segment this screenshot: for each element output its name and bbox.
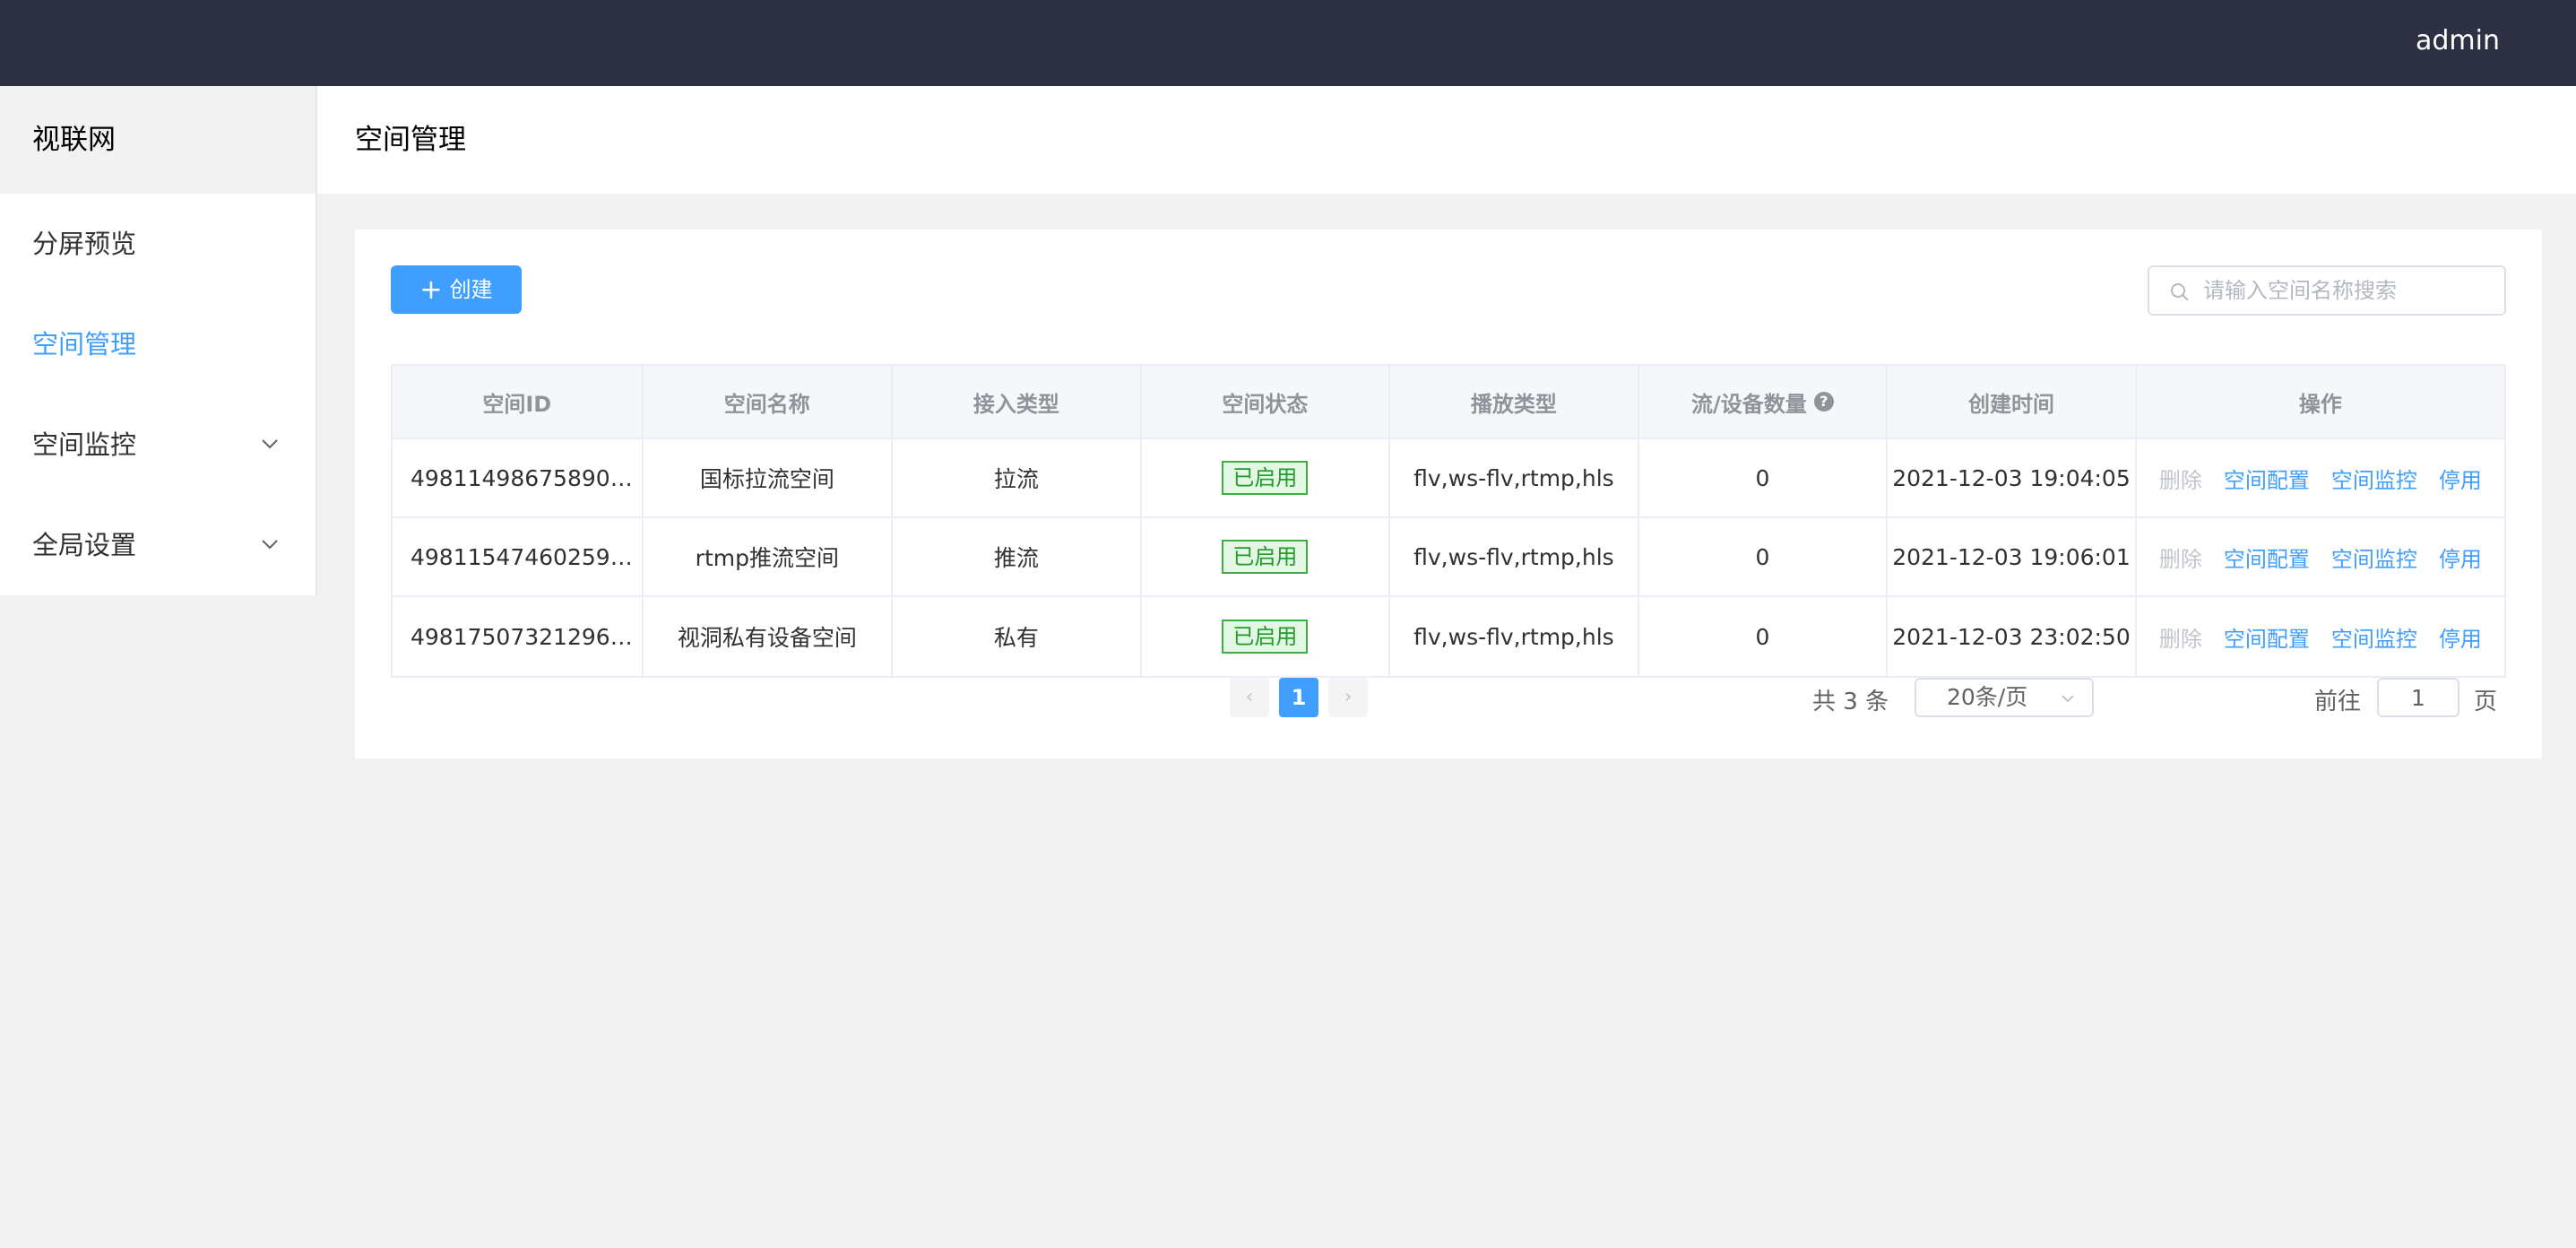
content-card: +创建 空间ID 空间名称 接入类型 空间状态 播放类型 流/设备数量 ? 创建… bbox=[355, 230, 2542, 758]
column-header-count: 流/设备数量 ? bbox=[1639, 366, 1889, 438]
table-header: 空间ID 空间名称 接入类型 空间状态 播放类型 流/设备数量 ? 创建时间 操… bbox=[393, 366, 2504, 439]
table-row: 498115474602594... rtmp推流空间 推流 已启用 flv,w… bbox=[393, 518, 2504, 597]
count-cell: 0 bbox=[1639, 439, 1889, 516]
space-id: 498115474602594... bbox=[411, 543, 635, 570]
status-badge: 已启用 bbox=[1222, 540, 1309, 574]
created-time-cell: 2021-12-03 19:04:05 bbox=[1888, 439, 2137, 516]
space-config-link[interactable]: 空间配置 bbox=[2224, 542, 2310, 573]
create-button-label: 创建 bbox=[449, 277, 493, 302]
page-size-select[interactable]: 20条/页 bbox=[1915, 678, 2094, 717]
disable-link[interactable]: 停用 bbox=[2439, 542, 2482, 573]
create-button[interactable]: + 创建 bbox=[391, 265, 522, 314]
space-id-cell: 498175073212960... bbox=[393, 597, 644, 676]
sidebar-item-space-monitoring[interactable]: 空间监控 bbox=[0, 394, 316, 495]
space-id-cell: 498115474602594... bbox=[393, 518, 644, 595]
sidebar-item-global-settings[interactable]: 全局设置 bbox=[0, 495, 316, 595]
space-name-cell: 视洞私有设备空间 bbox=[644, 597, 894, 676]
sidebar-item-label: 全局设置 bbox=[32, 530, 137, 560]
disable-link[interactable]: 停用 bbox=[2439, 463, 2482, 494]
user-name[interactable]: admin bbox=[2416, 23, 2500, 59]
sidebar-item-split-preview[interactable]: 分屏预览 bbox=[0, 194, 316, 294]
table-row: 498114986758901... 国标拉流空间 拉流 已启用 flv,ws-… bbox=[393, 439, 2504, 518]
column-header: 创建时间 bbox=[1888, 366, 2137, 438]
search-input[interactable] bbox=[2203, 274, 2490, 307]
chevron-down-icon bbox=[2062, 695, 2074, 703]
total-count: 共 3 条 bbox=[1812, 689, 1889, 715]
space-name-cell: 国标拉流空间 bbox=[644, 439, 894, 516]
sidebar: 视联网 分屏预览 空间管理 空间监控 全局设置 bbox=[0, 86, 317, 595]
goto-page-input[interactable] bbox=[2377, 678, 2459, 717]
space-config-link[interactable]: 空间配置 bbox=[2224, 621, 2310, 653]
page-header: 空间管理 bbox=[317, 86, 2576, 194]
sidebar-item-space-management[interactable]: 空间管理 bbox=[0, 294, 316, 394]
status-cell: 已启用 bbox=[1142, 439, 1391, 516]
column-header: 空间ID bbox=[393, 366, 644, 438]
access-type-cell: 推流 bbox=[893, 518, 1142, 595]
page-title: 空间管理 bbox=[355, 124, 466, 156]
count-cell: 0 bbox=[1639, 597, 1889, 676]
prev-page-button[interactable]: ‹ bbox=[1230, 678, 1269, 717]
column-header: 操作 bbox=[2298, 391, 2342, 417]
page-number-current[interactable]: 1 bbox=[1279, 678, 1318, 717]
space-monitor-link[interactable]: 空间监控 bbox=[2331, 463, 2417, 494]
created-time-cell: 2021-12-03 23:02:50 bbox=[1888, 597, 2137, 676]
space-id: 498175073212960... bbox=[411, 623, 635, 650]
next-page-button[interactable]: › bbox=[1328, 678, 1368, 717]
delete-button[interactable]: 删除 bbox=[2159, 542, 2202, 573]
plus-icon: + bbox=[419, 274, 443, 306]
access-type-cell: 私有 bbox=[893, 597, 1142, 676]
help-icon[interactable]: ? bbox=[1813, 392, 1834, 412]
brand-title: 视联网 bbox=[0, 86, 316, 194]
page-suffix: 页 bbox=[2474, 689, 2498, 715]
status-badge: 已启用 bbox=[1222, 620, 1309, 654]
play-type-cell: flv,ws-flv,rtmp,hls bbox=[1390, 518, 1639, 595]
actions-cell: 删除 空间配置 空间监控 停用 bbox=[2137, 597, 2504, 676]
page-size-value: 20条/页 bbox=[1947, 684, 2028, 710]
play-type-cell: flv,ws-flv,rtmp,hls bbox=[1390, 439, 1639, 516]
created-time-cell: 2021-12-03 19:06:01 bbox=[1888, 518, 2137, 595]
space-id-cell: 498114986758901... bbox=[393, 439, 644, 516]
status-badge: 已启用 bbox=[1222, 461, 1309, 495]
column-header: 接入类型 bbox=[893, 366, 1142, 438]
actions-cell: 删除 空间配置 空间监控 停用 bbox=[2137, 518, 2504, 595]
table-row: 498175073212960... 视洞私有设备空间 私有 已启用 flv,w… bbox=[393, 597, 2504, 676]
goto-label: 前往 bbox=[2314, 689, 2362, 715]
status-cell: 已启用 bbox=[1142, 597, 1391, 676]
sidebar-item-label: 空间管理 bbox=[32, 329, 137, 360]
sidebar-item-label: 分屏预览 bbox=[32, 229, 137, 259]
count-cell: 0 bbox=[1639, 518, 1889, 595]
status-cell: 已启用 bbox=[1142, 518, 1391, 595]
disable-link[interactable]: 停用 bbox=[2439, 621, 2482, 653]
chevron-down-icon bbox=[262, 540, 278, 550]
search-icon bbox=[2171, 283, 2189, 301]
space-table: 空间ID 空间名称 接入类型 空间状态 播放类型 流/设备数量 ? 创建时间 操… bbox=[391, 364, 2506, 678]
delete-button[interactable]: 删除 bbox=[2159, 621, 2202, 653]
play-type-cell: flv,ws-flv,rtmp,hls bbox=[1390, 597, 1639, 676]
space-monitor-link[interactable]: 空间监控 bbox=[2331, 542, 2417, 573]
space-config-link[interactable]: 空间配置 bbox=[2224, 463, 2310, 494]
column-header: 空间名称 bbox=[644, 366, 894, 438]
space-monitor-link[interactable]: 空间监控 bbox=[2331, 621, 2417, 653]
chevron-down-icon bbox=[262, 439, 278, 449]
top-bar: admin bbox=[0, 0, 2576, 86]
actions-cell: 删除 空间配置 空间监控 停用 bbox=[2137, 439, 2504, 516]
pagination: 共 3 条 20条/页 ‹ 1 › 前往 页 bbox=[355, 678, 2542, 721]
column-header: 播放类型 bbox=[1390, 366, 1639, 438]
search-box[interactable] bbox=[2148, 265, 2506, 316]
access-type-cell: 拉流 bbox=[893, 439, 1142, 516]
column-header: 空间状态 bbox=[1142, 366, 1391, 438]
column-header-label: 流/设备数量 bbox=[1691, 391, 1807, 417]
space-id: 498114986758901... bbox=[411, 464, 635, 491]
space-name-cell: rtmp推流空间 bbox=[644, 518, 894, 595]
delete-button[interactable]: 删除 bbox=[2159, 463, 2202, 494]
sidebar-item-label: 空间监控 bbox=[32, 429, 137, 460]
